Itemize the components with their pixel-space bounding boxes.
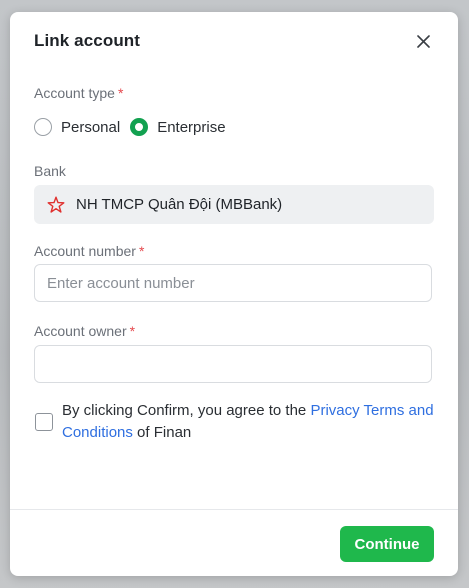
bank-field: NH TMCP Quân Đội (MBBank) <box>34 185 434 224</box>
consent-text: By clicking Confirm, you agree to the Pr… <box>62 402 434 441</box>
continue-button[interactable]: Continue <box>340 526 434 562</box>
close-icon <box>416 34 430 48</box>
radio-personal[interactable]: Personal <box>34 118 120 136</box>
mbbank-star-icon <box>47 196 65 214</box>
link-account-modal: Link account Account type * Personal Ente… <box>10 12 458 576</box>
account-number-label: Account number * <box>34 243 145 259</box>
close-button[interactable] <box>414 32 432 50</box>
account-owner-input[interactable] <box>34 345 432 383</box>
bank-label: Bank <box>34 163 66 179</box>
radio-personal-label: Personal <box>61 118 121 136</box>
account-type-label: Account type * <box>34 85 124 101</box>
radio-enterprise[interactable]: Enterprise <box>130 118 226 136</box>
radio-enterprise-indicator[interactable] <box>130 118 149 136</box>
consent-checkbox[interactable] <box>35 413 53 431</box>
required-mark: * <box>117 85 124 101</box>
required-mark: * <box>138 243 145 259</box>
account-number-input[interactable] <box>34 264 432 302</box>
radio-personal-indicator[interactable] <box>34 118 52 136</box>
modal-title: Link account <box>34 31 141 50</box>
account-type-radio-group: Personal Enterprise <box>34 116 236 138</box>
bank-name: NH TMCP Quân Đội (MBBank) <box>76 196 283 213</box>
radio-enterprise-label: Enterprise <box>157 118 226 136</box>
account-owner-label: Account owner * <box>34 323 136 339</box>
footer-divider <box>10 509 458 510</box>
required-mark: * <box>129 323 136 339</box>
